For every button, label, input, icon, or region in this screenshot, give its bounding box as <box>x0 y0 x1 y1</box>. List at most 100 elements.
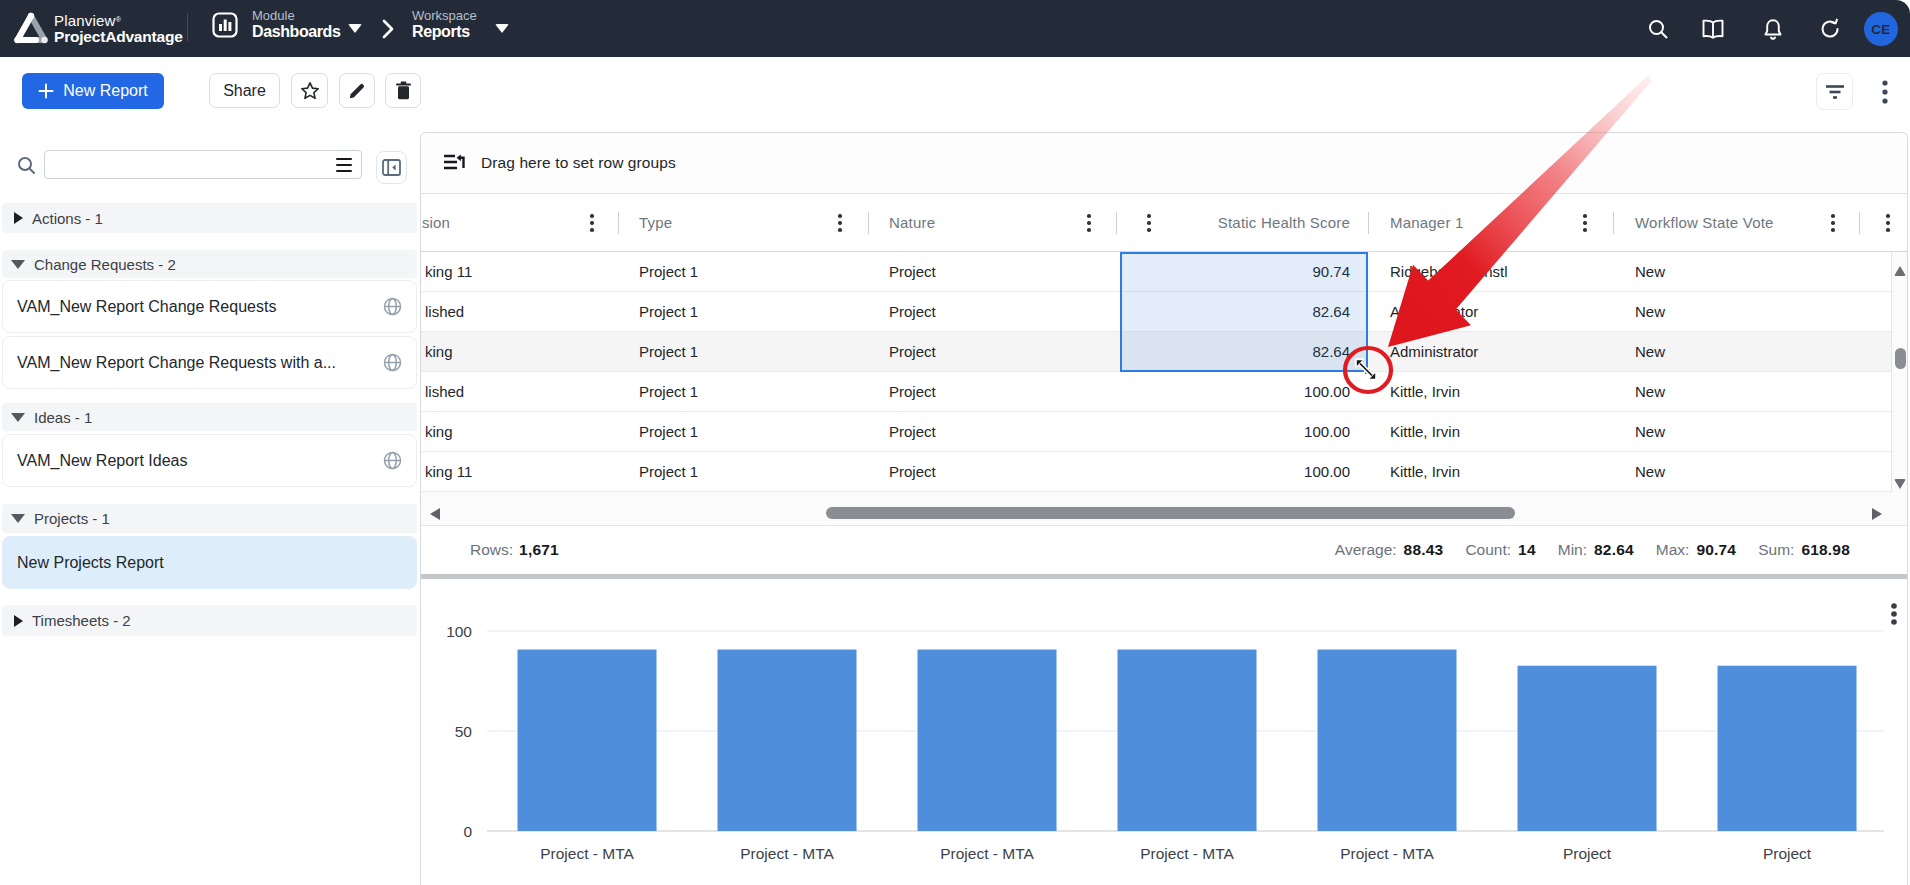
range-fill-handle[interactable] <box>1364 368 1371 375</box>
chart-bar[interactable] <box>518 650 657 831</box>
grid-cell-type[interactable]: Project 1 <box>618 452 868 491</box>
chart-y-tick-label: 100 <box>446 623 472 640</box>
grid-cell-nature[interactable]: Project <box>868 412 1116 451</box>
selected-range-cell[interactable] <box>1120 252 1368 292</box>
grid-cell-type[interactable]: Project 1 <box>618 332 868 371</box>
grid-cell-vote[interactable]: New <box>1613 412 1859 451</box>
grid-cell-type[interactable]: Project 1 <box>618 252 868 291</box>
grid-cell-type[interactable]: Project 1 <box>618 372 868 411</box>
grid-cell-manager[interactable]: Administrator <box>1368 332 1613 371</box>
filter-button[interactable] <box>1816 73 1853 110</box>
column-header-col1[interactable]: sion <box>421 194 618 252</box>
scroll-down-arrow[interactable] <box>1894 479 1906 489</box>
bar-chart: 050100Project - MTAProject - MTAProject … <box>421 579 1907 885</box>
chart-bar[interactable] <box>1718 666 1857 831</box>
grid-cell-manager[interactable]: Kittle, Irvin <box>1368 452 1613 491</box>
grid-cell-score[interactable]: 100.00 <box>1116 372 1368 411</box>
chart-menu-button[interactable] <box>1884 603 1904 625</box>
chart-bar[interactable] <box>718 650 857 831</box>
scroll-left-arrow[interactable] <box>430 508 440 520</box>
column-header-extra[interactable] <box>1859 194 1907 252</box>
selected-range-cell[interactable] <box>1120 292 1368 332</box>
scroll-right-arrow[interactable] <box>1872 508 1882 520</box>
sidebar-group-ideas[interactable]: Ideas - 1 <box>2 403 417 431</box>
chart-bar[interactable] <box>1318 650 1457 831</box>
sidebar-report-item[interactable]: VAM_New Report Change Requests <box>2 280 417 333</box>
edit-button[interactable] <box>339 73 375 108</box>
sidebar-group-actions[interactable]: Actions - 1 <box>2 203 417 233</box>
grid-cell-vote[interactable]: New <box>1613 452 1859 491</box>
chart-bar[interactable] <box>1518 666 1657 831</box>
chart-bar[interactable] <box>918 650 1057 831</box>
column-header-type[interactable]: Type <box>618 194 868 252</box>
column-header-label: Manager 1 <box>1390 214 1464 231</box>
chart-y-tick-label: 0 <box>463 823 472 840</box>
column-menu-icon[interactable] <box>1831 214 1835 232</box>
sidebar-report-item[interactable]: VAM_New Report Ideas <box>2 434 417 487</box>
grid-cell-col1[interactable]: king <box>421 332 618 371</box>
grid-cell-manager[interactable]: Administrator <box>1368 292 1613 331</box>
grid-cell-col1[interactable]: king <box>421 412 618 451</box>
documentation-button[interactable] <box>1700 16 1726 42</box>
sidebar-group-projects[interactable]: Projects - 1 <box>2 504 417 533</box>
sidebar-report-item[interactable]: VAM_New Report Change Requests with a... <box>2 336 417 389</box>
grid-row[interactable]: lishedProject 1Project100.00Kittle, Irvi… <box>421 372 1891 412</box>
grid-cell-nature[interactable]: Project <box>868 452 1116 491</box>
grid-cell-nature[interactable]: Project <box>868 372 1116 411</box>
grid-horizontal-scrollbar[interactable] <box>421 492 1907 526</box>
horizontal-scroll-thumb[interactable] <box>826 507 1515 519</box>
grid-cell-manager[interactable]: Kittle, Irvin <box>1368 412 1613 451</box>
share-button[interactable]: Share <box>209 73 280 108</box>
sidebar-group-timesheets[interactable]: Timesheets - 2 <box>2 605 417 636</box>
grid-cell-type[interactable]: Project 1 <box>618 292 868 331</box>
grid-cell-nature[interactable]: Project <box>868 252 1116 291</box>
favorite-button[interactable] <box>291 73 328 108</box>
column-header-nature[interactable]: Nature <box>868 194 1116 252</box>
column-menu-icon[interactable] <box>838 214 842 232</box>
grid-cell-nature[interactable]: Project <box>868 292 1116 331</box>
global-search-button[interactable] <box>1645 16 1671 42</box>
refresh-button[interactable] <box>1817 16 1843 42</box>
sidebar-search-input[interactable] <box>44 150 362 179</box>
vertical-scroll-thumb[interactable] <box>1895 348 1906 369</box>
grid-cell-manager[interactable]: Ridgeback, Ernstl <box>1368 252 1613 291</box>
reports-sidebar: Actions - 1Change Requests - 2VAM_New Re… <box>0 133 418 885</box>
sidebar-group-change[interactable]: Change Requests - 2 <box>2 250 417 278</box>
row-group-drop-zone[interactable]: Drag here to set row groups <box>421 133 1907 194</box>
grid-row[interactable]: king 11Project 1Project100.00Kittle, Irv… <box>421 452 1891 492</box>
grid-cell-col1[interactable]: king 11 <box>421 252 618 291</box>
grid-cell-manager[interactable]: Kittle, Irvin <box>1368 372 1613 411</box>
column-menu-icon[interactable] <box>1087 214 1091 232</box>
delete-button[interactable] <box>385 73 421 108</box>
grid-cell-nature[interactable]: Project <box>868 332 1116 371</box>
grid-cell-vote[interactable]: New <box>1613 292 1859 331</box>
new-report-button[interactable]: New Report <box>22 73 164 109</box>
grid-cell-col1[interactable]: lished <box>421 372 618 411</box>
scroll-up-arrow[interactable] <box>1894 266 1906 276</box>
column-menu-icon[interactable] <box>1886 214 1890 232</box>
grid-cell-type[interactable]: Project 1 <box>618 412 868 451</box>
column-header-manager[interactable]: Manager 1 <box>1368 194 1613 252</box>
column-menu-icon[interactable] <box>1147 214 1151 232</box>
sidebar-menu-button[interactable] <box>336 155 358 175</box>
grid-cell-vote[interactable]: New <box>1613 252 1859 291</box>
column-menu-icon[interactable] <box>1583 214 1587 232</box>
notifications-button[interactable] <box>1760 16 1786 42</box>
grid-cell-col1[interactable]: lished <box>421 292 618 331</box>
grid-cell-vote[interactable]: New <box>1613 332 1859 371</box>
grid-cell-col1[interactable]: king 11 <box>421 452 618 491</box>
sidebar-report-item[interactable]: New Projects Report <box>2 536 417 589</box>
more-options-button[interactable] <box>1872 73 1897 110</box>
grid-row[interactable]: kingProject 1Project100.00Kittle, IrvinN… <box>421 412 1891 452</box>
column-header-vote[interactable]: Workflow State Vote <box>1613 194 1859 252</box>
chart-bar[interactable] <box>1118 650 1257 831</box>
user-avatar[interactable]: CE <box>1864 12 1898 46</box>
selected-range-cell[interactable] <box>1120 332 1368 372</box>
grid-cell-score[interactable]: 100.00 <box>1116 412 1368 451</box>
grid-vertical-scrollbar[interactable] <box>1891 252 1907 492</box>
column-menu-icon[interactable] <box>590 214 594 232</box>
grid-cell-score[interactable]: 100.00 <box>1116 452 1368 491</box>
column-header-score[interactable]: Static Health Score <box>1116 194 1368 252</box>
sidebar-collapse-button[interactable] <box>376 151 407 184</box>
grid-cell-vote[interactable]: New <box>1613 372 1859 411</box>
